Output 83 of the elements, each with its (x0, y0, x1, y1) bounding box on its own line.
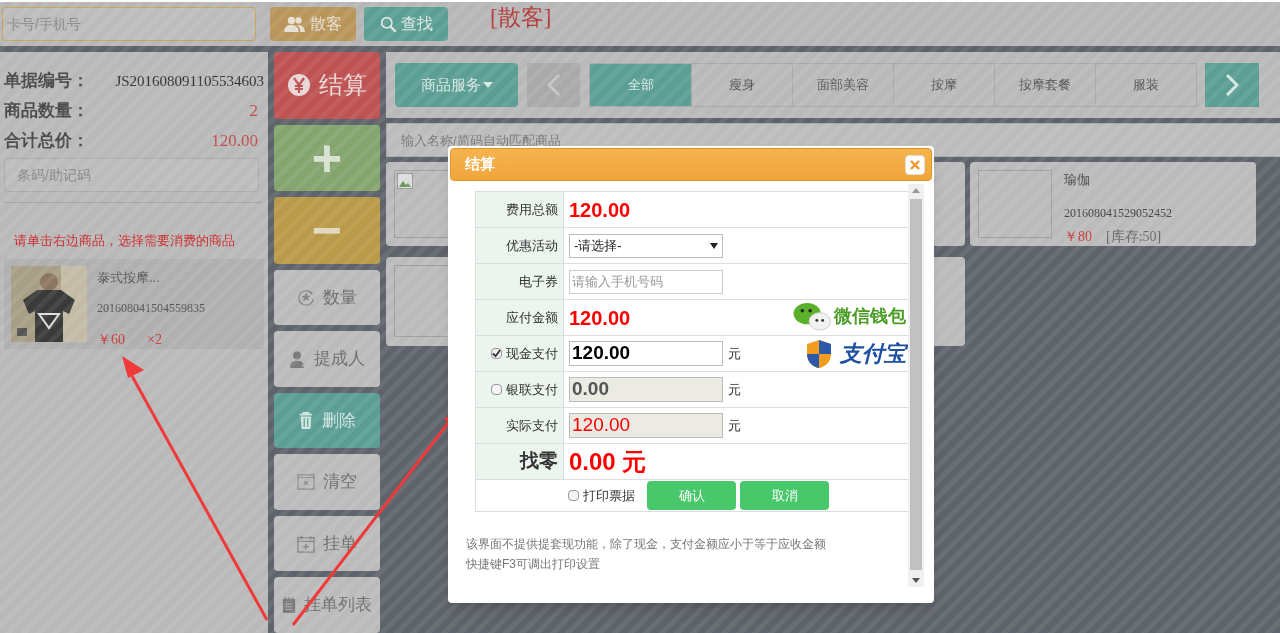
action-button[interactable]: 提成人 (274, 331, 380, 387)
field-value: 2 (249, 100, 259, 123)
cart-item[interactable]: 泰式按摩... 201608041504559835 ￥60 ×2 (4, 258, 264, 349)
chevron-right-icon (1225, 73, 1239, 97)
close-button[interactable] (905, 154, 925, 175)
item-name: 泰式按摩... (97, 268, 161, 287)
amount-text: 120.00 (569, 197, 631, 223)
category-menu-button[interactable]: 商品服务 (395, 63, 518, 107)
note-text: 该界面不提供提套现功能，除了现金，支付金额应小于等于应收金额 (466, 536, 827, 553)
row-label: 优惠活动 (506, 236, 558, 255)
people-icon (284, 15, 306, 33)
voucher-field[interactable]: 请输入手机号码 (569, 269, 723, 294)
search-button[interactable]: 查找 (364, 7, 448, 41)
row-label: 实际支付 (506, 416, 558, 435)
unit-text: 元 (728, 416, 741, 435)
calendar-add-icon (297, 534, 315, 553)
search-icon (379, 15, 397, 33)
discount-dropdown[interactable]: -请选择- (569, 233, 723, 258)
subtract-button[interactable]: − (274, 197, 380, 264)
row-label: 找零 (520, 449, 558, 474)
window-close-icon (297, 474, 315, 490)
cancel-button[interactable]: 取消 (740, 481, 829, 510)
previous-button[interactable] (527, 63, 580, 107)
action-button[interactable]: 挂单 (274, 515, 380, 572)
close-icon (910, 159, 920, 170)
field-value: 120.00 (211, 130, 259, 153)
checkbox[interactable] (491, 348, 502, 359)
add-button[interactable]: + (274, 124, 380, 191)
category-tab[interactable]: 全部 (590, 64, 691, 106)
field-label: 合计总价： (4, 130, 89, 153)
row-label: 银联支付 (506, 380, 558, 399)
wallet-logo-text: 微信钱包 (834, 305, 906, 328)
product-card[interactable]: 瑜伽 201608041529052452 ￥80 [库存:50] (970, 162, 1256, 246)
clipboard-icon (282, 596, 296, 615)
caret-icon (482, 82, 493, 88)
payment-field[interactable]: 120.00 (569, 341, 723, 366)
caret-icon (710, 242, 718, 249)
unit-text: 元 (728, 380, 741, 399)
next-button[interactable] (1205, 63, 1259, 107)
chat-bubbles-icon (792, 301, 832, 332)
broken-image-icon (397, 173, 413, 189)
checkbox[interactable] (491, 384, 502, 395)
row-label: 应付金额 (506, 308, 558, 327)
scroll-up-icon[interactable] (912, 188, 920, 193)
change-amount: 0.00 元 (569, 446, 647, 477)
confirm-button[interactable]: 确认 (647, 481, 736, 510)
actual-payment-field[interactable]: 120.00 (569, 413, 723, 438)
scroll-down-icon[interactable] (912, 578, 920, 583)
item-quantity: ×2 (147, 331, 162, 349)
field-label: 商品数量： (4, 100, 89, 123)
field-value: JS201608091105534603 (115, 71, 264, 91)
walkin-button[interactable]: 散客 (270, 7, 356, 41)
shield-icon (806, 338, 832, 369)
scrollbar-thumb[interactable] (910, 199, 922, 570)
product-stock: [库存:50] (1106, 227, 1162, 246)
person-icon (289, 349, 306, 368)
field-label: 单据编号： (4, 70, 89, 93)
row-label: 现金支付 (506, 344, 558, 363)
chevron-left-icon (546, 73, 561, 97)
product-code: 201608041529052452 (1064, 204, 1172, 222)
action-button[interactable]: 数量 (274, 269, 380, 326)
customer-label: [散客] (490, 3, 552, 32)
product-name: 瑜伽 (1064, 171, 1091, 189)
amount-text: 120.00 (569, 305, 631, 331)
star-icon (297, 288, 315, 307)
item-price: ￥60 (97, 331, 125, 349)
action-button[interactable]: 清空 (274, 454, 380, 510)
checkout-button[interactable]: 结算 (274, 52, 380, 119)
checkbox[interactable] (568, 490, 579, 501)
product-price: ￥80 (1064, 227, 1092, 246)
hint-text: 请单击右边商品，选择需要消费的商品 (13, 232, 236, 250)
row-label: 电子券 (519, 272, 558, 291)
payment-logo-text: 支付宝 (840, 340, 906, 368)
item-code: 201608041504559835 (97, 300, 205, 317)
scrollbar[interactable] (908, 184, 924, 587)
note-text: 快捷键F3可调出打印设置 (466, 556, 601, 573)
yen-icon (287, 73, 311, 98)
unit-text: 元 (728, 344, 741, 363)
dialog-title: 结算 (465, 154, 495, 175)
print-label: 打印票据 (583, 486, 635, 505)
trash-icon (298, 411, 314, 430)
row-label: 费用总额 (506, 200, 558, 219)
action-button[interactable]: 删除 (274, 392, 380, 449)
